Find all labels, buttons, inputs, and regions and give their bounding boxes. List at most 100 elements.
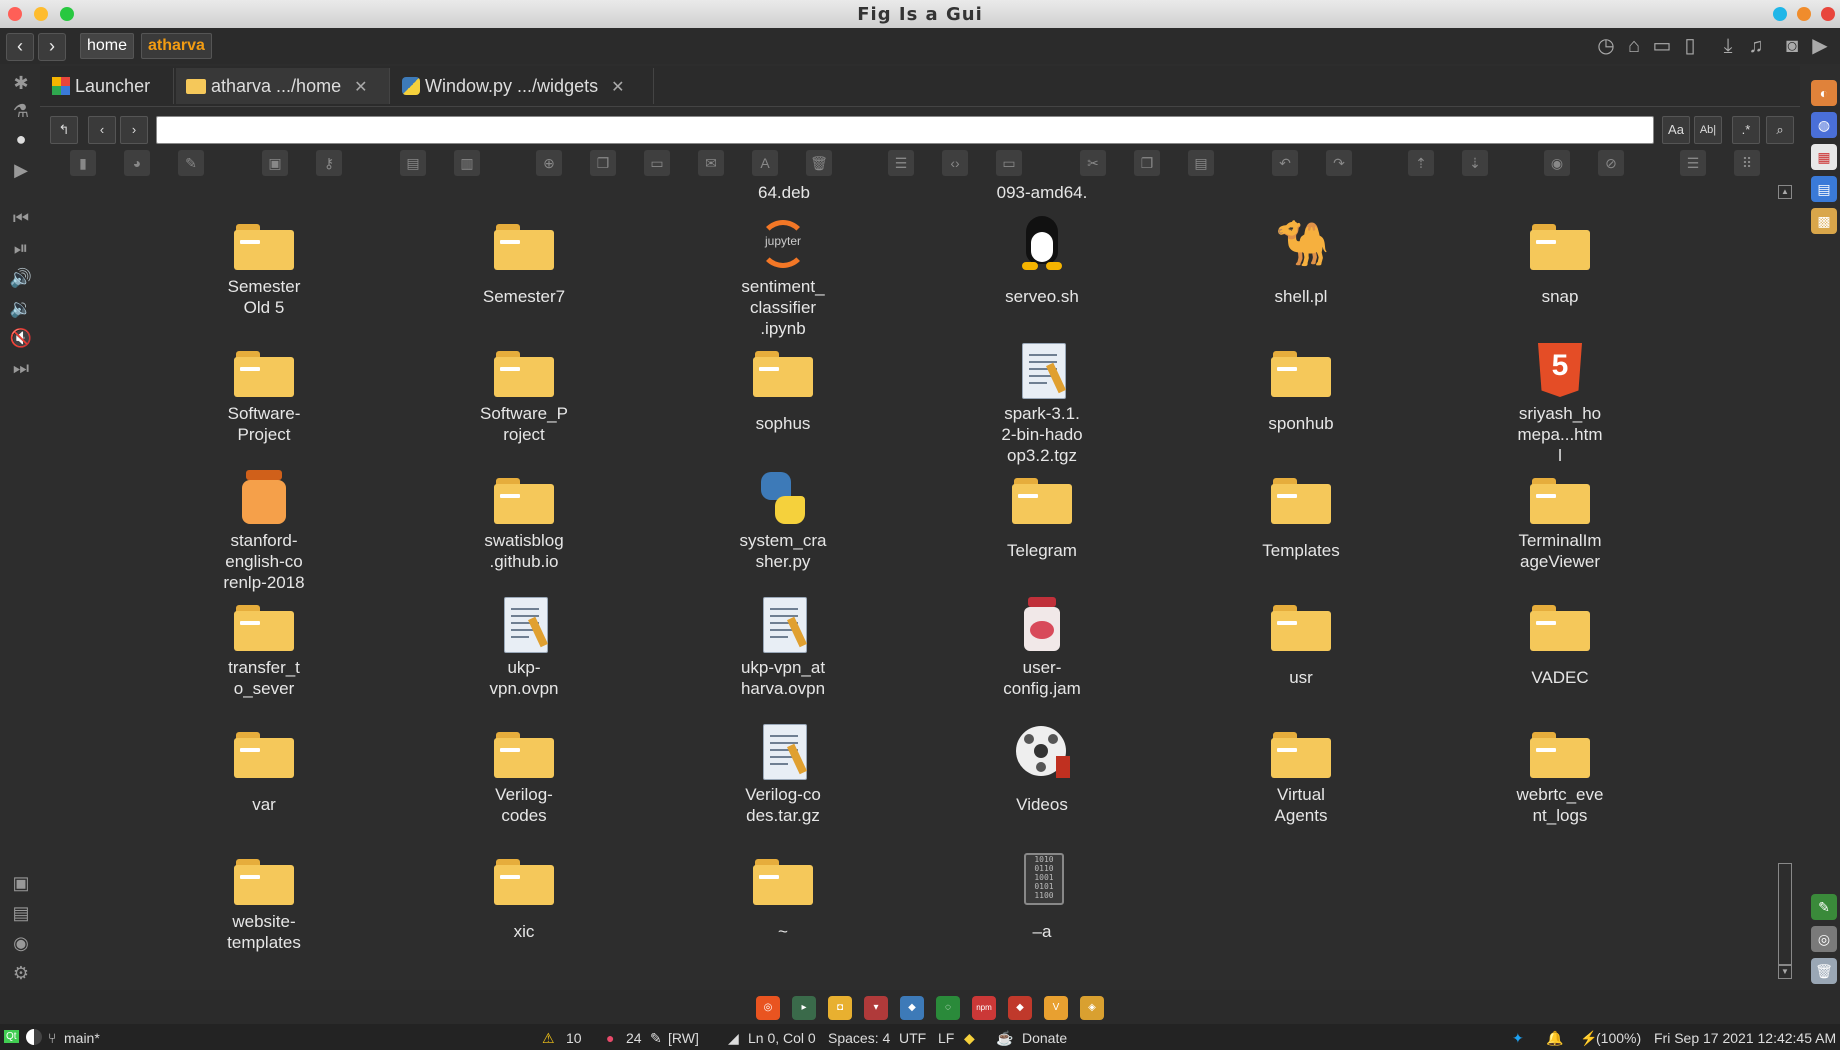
run-icon[interactable]: ▶ — [8, 157, 34, 183]
breadcrumb-current[interactable]: atharva — [141, 33, 212, 59]
whole-word-button[interactable]: Ab| — [1694, 116, 1722, 144]
mute-icon[interactable]: 🔇 — [8, 325, 34, 351]
redo-icon[interactable]: ↷ — [1326, 150, 1352, 176]
chat-icon[interactable]: ◍ — [1811, 112, 1837, 138]
music-icon[interactable]: ♫ — [1744, 34, 1768, 58]
tab-launcher[interactable]: Launcher — [42, 68, 174, 104]
file-item[interactable]: Semester Old 5 — [174, 214, 354, 324]
file-item[interactable]: spark-3.1. 2-bin-hado op3.2.tgz — [952, 341, 1132, 465]
terminal-icon[interactable]: ▸ — [792, 996, 816, 1020]
file-item[interactable]: ukp- vpn.ovpn — [434, 595, 614, 705]
file-item[interactable]: serveo.sh — [952, 214, 1132, 324]
read-write-mode[interactable]: [RW] — [668, 1030, 699, 1046]
history-icon[interactable]: ◷ — [1594, 34, 1618, 58]
vertical-scrollbar[interactable]: ▲ ▼ — [1776, 183, 1792, 983]
wine-icon[interactable]: ▾ — [864, 996, 888, 1020]
apps-icon[interactable]: ▩ — [1811, 208, 1837, 234]
spinner-icon[interactable]: ◌ — [936, 996, 960, 1020]
nav-back-button[interactable]: ‹ — [88, 116, 116, 144]
user-icon[interactable]: ◉ — [8, 930, 34, 956]
download-icon[interactable]: ⤓ — [1716, 34, 1740, 58]
trash-icon[interactable]: 🗑 — [1811, 958, 1837, 984]
warning-count[interactable]: 10 — [566, 1030, 582, 1046]
npm-icon[interactable]: npm — [972, 996, 996, 1020]
lock-icon[interactable]: ▣ — [262, 150, 288, 176]
rename-icon[interactable]: A — [752, 150, 778, 176]
settings-dot-icon[interactable] — [1797, 7, 1811, 21]
theme-dot-icon[interactable] — [1773, 7, 1787, 21]
news-icon[interactable]: ▤ — [1811, 176, 1837, 202]
file-item[interactable]: Software- Project — [174, 341, 354, 451]
bookmark-icon[interactable]: ▮ — [70, 150, 96, 176]
folder-icon[interactable]: ▭ — [1650, 34, 1674, 58]
file-item[interactable]: 5 sriyash_ho mepa...htm l — [1470, 341, 1650, 465]
ruby-icon[interactable]: ◆ — [1008, 996, 1032, 1020]
calendar-icon[interactable]: ▦ — [1811, 144, 1837, 170]
file-item[interactable]: jupyter sentiment_ classifier .ipynb — [693, 214, 873, 338]
home-icon[interactable]: ⌂ — [1622, 34, 1646, 58]
properties-icon[interactable]: ☰ — [888, 150, 914, 176]
new-file-icon[interactable]: ⊕ — [536, 150, 562, 176]
up-directory-button[interactable]: ↰ — [50, 116, 78, 144]
beer-icon[interactable]: ◘ — [828, 996, 852, 1020]
play-pause-icon[interactable]: ⏯ — [8, 235, 34, 261]
file-item[interactable]: usr — [1211, 595, 1391, 705]
gear-icon[interactable]: ⚙ — [8, 960, 34, 986]
disk-icon[interactable]: ◎ — [1811, 926, 1837, 952]
key-icon[interactable]: ⚷ — [316, 150, 342, 176]
file-item[interactable]: website- templates — [174, 849, 354, 959]
file-item[interactable]: TerminalIm ageViewer — [1470, 468, 1650, 578]
bell-icon[interactable]: 🔔 — [1546, 1030, 1563, 1047]
twitter-icon[interactable]: ✦ — [1512, 1030, 1524, 1047]
copy-window-icon[interactable]: ▤ — [400, 150, 426, 176]
code-icon[interactable]: ‹› — [942, 150, 968, 176]
tab-home-folder[interactable]: atharva .../home ✕ — [176, 68, 390, 104]
sort-descending-icon[interactable]: ⇣ — [1462, 150, 1488, 176]
file-item[interactable]: Verilog-co des.tar.gz — [693, 722, 873, 832]
video-icon[interactable]: ▶ — [1808, 34, 1832, 58]
hide-hidden-icon[interactable]: ⊘ — [1598, 150, 1624, 176]
duplicate-file-icon[interactable]: ❐ — [590, 150, 616, 176]
scrollbar-thumb[interactable] — [1778, 863, 1792, 965]
line-ending[interactable]: LF — [938, 1030, 954, 1046]
encoding[interactable]: UTF — [899, 1030, 926, 1046]
camera-icon[interactable]: ◙ — [1780, 34, 1804, 58]
close-tab-icon[interactable]: ✕ — [354, 79, 367, 96]
volume-up-icon[interactable]: 🔊 — [8, 265, 34, 291]
edit-icon[interactable]: ✎ — [178, 150, 204, 176]
previous-track-icon[interactable]: ⏮ — [8, 205, 34, 231]
grid-view-icon[interactable]: ⠿ — [1734, 150, 1760, 176]
mail-icon[interactable]: ✉ — [698, 150, 724, 176]
cut-icon[interactable]: ✂ — [1080, 150, 1106, 176]
tools-icon[interactable]: ✎ — [1811, 894, 1837, 920]
close-tab-icon[interactable]: ✕ — [611, 79, 624, 96]
python-dock-icon[interactable]: ◆ — [900, 996, 924, 1020]
file-item[interactable]: var — [174, 722, 354, 832]
regex-button[interactable]: .* — [1732, 116, 1760, 144]
vim-icon[interactable]: V — [1044, 996, 1068, 1020]
document-icon[interactable]: ▯ — [1678, 34, 1702, 58]
paste-window-icon[interactable]: ▥ — [454, 150, 480, 176]
file-item[interactable]: ~ — [693, 849, 873, 959]
file-item[interactable]: Software_P roject — [434, 341, 614, 451]
copy-icon[interactable]: ❐ — [1134, 150, 1160, 176]
new-folder-icon[interactable]: ▭ — [644, 150, 670, 176]
bug-icon[interactable]: ✱ — [8, 70, 34, 96]
error-count[interactable]: 24 — [626, 1030, 642, 1046]
file-item[interactable]: 🐪 shell.pl — [1211, 214, 1391, 324]
sort-ascending-icon[interactable]: ⇡ — [1408, 150, 1434, 176]
file-item[interactable]: VADEC — [1470, 595, 1650, 705]
file-item[interactable]: sophus — [693, 341, 873, 451]
show-hidden-icon[interactable]: ◉ — [1544, 150, 1570, 176]
package-icon[interactable]: ◈ — [1080, 996, 1104, 1020]
file-item[interactable]: swatisblog .github.io — [434, 468, 614, 578]
donate-link[interactable]: Donate — [1022, 1030, 1067, 1046]
file-item[interactable]: sponhub — [1211, 341, 1391, 451]
file-item[interactable]: snap — [1470, 214, 1650, 324]
ubuntu-icon[interactable]: ◎ — [756, 996, 780, 1020]
undo-icon[interactable]: ↶ — [1272, 150, 1298, 176]
file-item[interactable]: Videos — [952, 722, 1132, 832]
list-view-icon[interactable]: ☰ — [1680, 150, 1706, 176]
delete-icon[interactable]: 🗑 — [806, 150, 832, 176]
paste-icon[interactable]: ▤ — [1188, 150, 1214, 176]
